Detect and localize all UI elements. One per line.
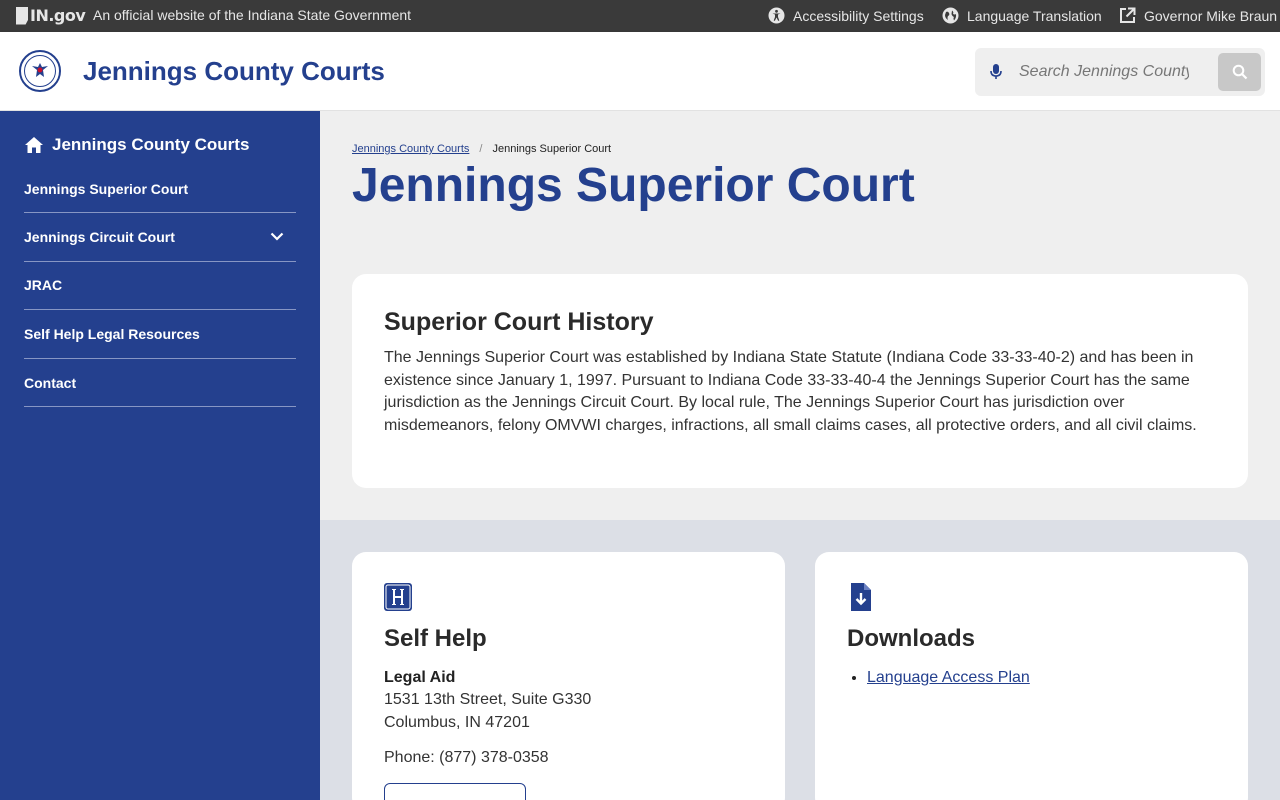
page-title: Jennings Superior Court bbox=[352, 159, 915, 212]
sidebar-item-label: Jennings Superior Court bbox=[24, 180, 189, 197]
sidebar-nav: Jennings County Courts Jennings Superior… bbox=[0, 111, 320, 800]
ingov-brand-text: IN.gov bbox=[30, 6, 86, 25]
accessibility-icon bbox=[768, 7, 785, 24]
official-website-text: An official website of the Indiana State… bbox=[93, 7, 412, 23]
legal-aid-name: Legal Aid bbox=[384, 669, 456, 686]
county-seal-logo[interactable] bbox=[19, 50, 61, 92]
sidebar-item-jrac[interactable]: JRAC bbox=[24, 262, 296, 311]
breadcrumb-current: Jennings Superior Court bbox=[492, 143, 612, 155]
breadcrumb: Jennings County Courts / Jennings Superi… bbox=[352, 143, 611, 155]
search-icon bbox=[1232, 64, 1247, 80]
history-heading: Superior Court History bbox=[384, 308, 654, 336]
language-translation-link[interactable]: Language Translation bbox=[942, 7, 1102, 24]
sidebar-home-link[interactable]: Jennings County Courts bbox=[24, 135, 249, 155]
sidebar-item-label: Contact bbox=[24, 374, 77, 391]
accessibility-settings-link[interactable]: Accessibility Settings bbox=[768, 7, 924, 24]
site-header: Jennings County Courts bbox=[0, 32, 1280, 111]
home-icon bbox=[25, 137, 43, 153]
phone-number: Phone: (877) 378-0358 bbox=[384, 749, 549, 766]
history-body: The Jennings Superior Court was establis… bbox=[384, 349, 1197, 434]
search-box bbox=[975, 48, 1265, 96]
state-topbar: IN.gov An official website of the Indian… bbox=[0, 0, 1280, 32]
globe-icon bbox=[942, 7, 959, 24]
sidebar-item-label: Jennings Circuit Court bbox=[24, 228, 175, 245]
external-link-icon bbox=[1119, 7, 1136, 24]
self-help-button[interactable] bbox=[384, 783, 526, 800]
downloads-heading: Downloads bbox=[847, 625, 976, 652]
accessibility-settings-label: Accessibility Settings bbox=[793, 7, 924, 24]
sidebar-item-jennings-superior-court[interactable]: Jennings Superior Court bbox=[24, 165, 296, 213]
breadcrumb-separator: / bbox=[479, 143, 483, 155]
history-card: Superior Court History The Jennings Supe… bbox=[352, 274, 1248, 488]
sidebar-item-contact[interactable]: Contact bbox=[24, 359, 296, 408]
search-input[interactable] bbox=[1019, 60, 1189, 84]
list-item: Language Access Plan bbox=[867, 667, 1216, 689]
address-line-2: Columbus, IN 47201 bbox=[384, 713, 530, 731]
search-button[interactable] bbox=[1218, 53, 1261, 91]
site-title[interactable]: Jennings County Courts bbox=[83, 56, 385, 87]
self-help-card: Self Help Legal Aid 1531 13th Street, Su… bbox=[352, 552, 785, 800]
downloads-list: Language Access Plan bbox=[867, 667, 1216, 689]
sidebar-item-label: Self Help Legal Resources bbox=[24, 325, 200, 342]
sidebar-home-label: Jennings County Courts bbox=[52, 135, 250, 154]
address-line-1: 1531 13th Street, Suite G330 bbox=[384, 691, 592, 708]
governor-link[interactable]: Governor Mike Braun bbox=[1119, 7, 1277, 24]
breadcrumb-parent-link[interactable]: Jennings County Courts bbox=[352, 143, 469, 155]
eagle-icon bbox=[32, 63, 48, 77]
language-access-plan-link[interactable]: Language Access Plan bbox=[867, 669, 1030, 686]
sidebar-menu: Jennings Superior Court Jennings Circuit… bbox=[24, 165, 296, 408]
file-download-icon bbox=[847, 583, 875, 611]
downloads-card: Downloads Language Access Plan bbox=[815, 552, 1248, 800]
microphone-icon[interactable] bbox=[988, 62, 1004, 82]
sidebar-item-jennings-circuit-court[interactable]: Jennings Circuit Court bbox=[24, 213, 296, 262]
self-help-heading: Self Help bbox=[384, 625, 487, 652]
chevron-down-icon[interactable] bbox=[270, 232, 284, 241]
sidebar-item-self-help-legal-resources[interactable]: Self Help Legal Resources bbox=[24, 310, 296, 359]
language-translation-label: Language Translation bbox=[967, 7, 1102, 24]
sidebar-item-label: JRAC bbox=[24, 277, 63, 294]
hospital-h-icon bbox=[384, 583, 412, 611]
indiana-state-icon bbox=[16, 6, 28, 25]
governor-label: Governor Mike Braun bbox=[1144, 7, 1278, 24]
ingov-logo[interactable]: IN.gov bbox=[16, 6, 86, 25]
